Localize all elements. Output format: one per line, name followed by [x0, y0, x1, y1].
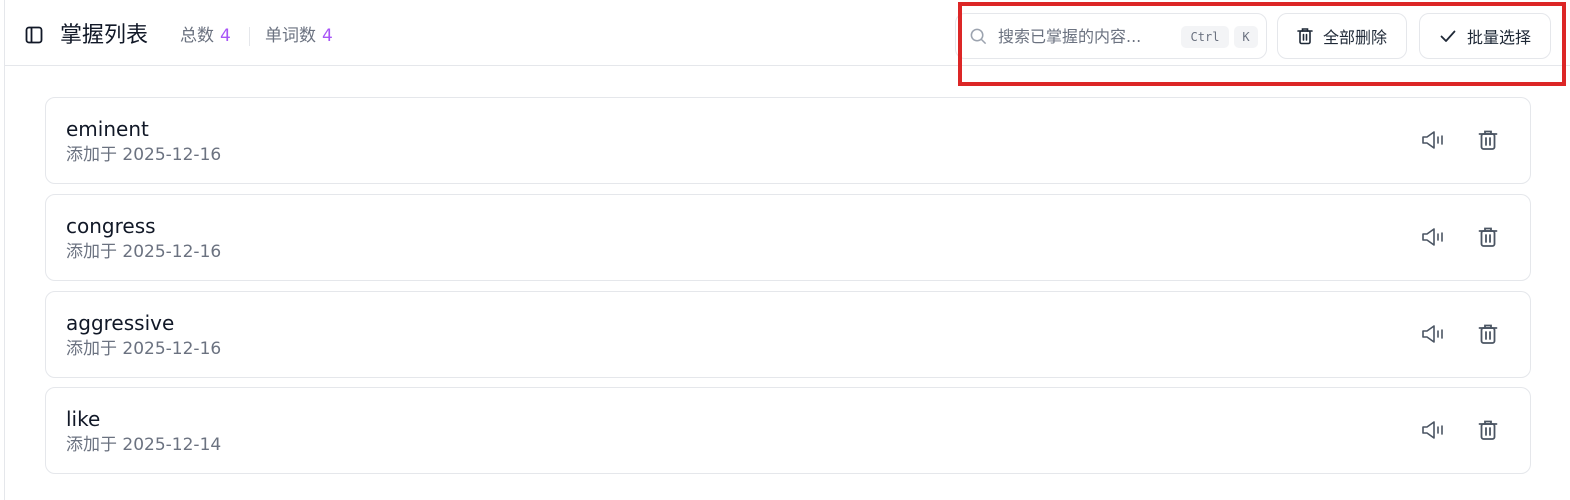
list-item: like 添加于 2025-12-14: [45, 387, 1531, 474]
trash-icon: [1297, 28, 1313, 45]
speaker-icon: [1422, 421, 1443, 439]
stats-divider: [249, 27, 250, 46]
item-date: 添加于 2025-12-16: [66, 339, 222, 359]
sidebar-toggle-button[interactable]: [23, 24, 45, 46]
speaker-icon: [1422, 228, 1443, 246]
item-date: 添加于 2025-12-14: [66, 435, 222, 455]
page-title: 掌握列表: [60, 23, 149, 48]
delete-all-label: 全部删除: [1322, 28, 1387, 47]
word-count: 单词数 4: [265, 25, 333, 47]
pronounce-button[interactable]: [1415, 316, 1451, 352]
word-count-label: 单词数: [265, 26, 316, 46]
item-date: 添加于 2025-12-16: [66, 242, 222, 262]
item-date: 添加于 2025-12-16: [66, 145, 222, 165]
total-count: 总数 4: [180, 25, 231, 47]
speaker-icon: [1422, 325, 1443, 343]
pronounce-button[interactable]: [1415, 412, 1451, 448]
trash-icon: [1478, 420, 1498, 440]
sidebar-toggle-icon: [25, 26, 43, 44]
list-item: aggressive 添加于 2025-12-16: [45, 291, 1531, 378]
shortcut-k-key: K: [1234, 26, 1258, 48]
word-count-value: 4: [322, 26, 333, 46]
trash-icon: [1478, 130, 1498, 150]
delete-item-button[interactable]: [1470, 316, 1506, 352]
search-input[interactable]: [998, 24, 1148, 48]
item-word: eminent: [66, 117, 149, 141]
delete-item-button[interactable]: [1470, 219, 1506, 255]
delete-item-button[interactable]: [1470, 122, 1506, 158]
pronounce-button[interactable]: [1415, 219, 1451, 255]
total-count-value: 4: [220, 26, 231, 46]
search-icon: [970, 28, 987, 45]
shortcut-ctrl-key: Ctrl: [1181, 26, 1229, 48]
page-header: 掌握列表 总数 4 单词数 4 Ctrl K 全部删除 批量选择: [5, 0, 1570, 66]
speaker-icon: [1422, 131, 1443, 149]
list-item: eminent 添加于 2025-12-16: [45, 97, 1531, 184]
search-box[interactable]: Ctrl K: [955, 13, 1267, 59]
item-word: congress: [66, 214, 156, 238]
item-word: aggressive: [66, 311, 175, 335]
list-item: congress 添加于 2025-12-16: [45, 194, 1531, 281]
trash-icon: [1478, 324, 1498, 344]
item-word: like: [66, 407, 101, 431]
delete-item-button[interactable]: [1470, 412, 1506, 448]
total-count-label: 总数: [180, 26, 214, 46]
batch-select-label: 批量选择: [1466, 28, 1531, 47]
sidebar-edge: [4, 0, 5, 500]
delete-all-button[interactable]: 全部删除: [1277, 13, 1407, 59]
check-icon: [1440, 30, 1456, 42]
trash-icon: [1478, 227, 1498, 247]
pronounce-button[interactable]: [1415, 122, 1451, 158]
batch-select-button[interactable]: 批量选择: [1419, 13, 1551, 59]
